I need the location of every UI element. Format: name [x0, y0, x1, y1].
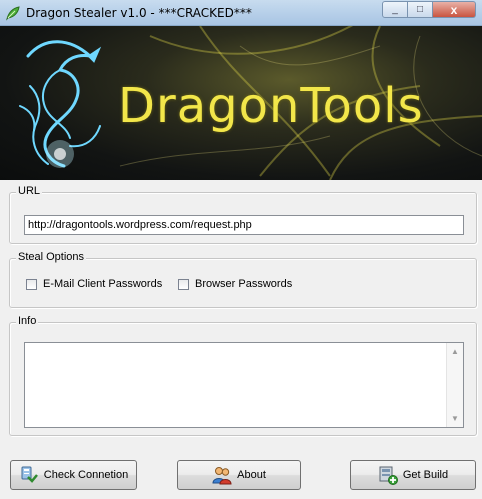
url-input[interactable]: http://dragontools.wordpress.com/request…	[24, 215, 464, 235]
email-passwords-checkbox[interactable]	[26, 278, 37, 290]
get-build-button[interactable]: Get Build	[350, 460, 476, 490]
scroll-down-icon[interactable]: ▼	[451, 414, 459, 423]
scroll-up-icon[interactable]: ▲	[451, 347, 459, 356]
browser-passwords-label: Browser Passwords	[195, 278, 293, 290]
banner: DragonTools	[0, 26, 482, 180]
check-connection-label: Check Connetion	[43, 469, 129, 481]
info-scrollbar[interactable]: ▲ ▼	[446, 343, 463, 427]
maximize-button[interactable]: □	[408, 1, 433, 18]
title-bar: Dragon Stealer v1.0 - ***CRACKED*** _ □ …	[0, 0, 482, 26]
minimize-button[interactable]: _	[382, 1, 408, 18]
about-button[interactable]: About	[177, 460, 301, 490]
email-passwords-option[interactable]: E-Mail Client Passwords	[26, 278, 162, 290]
steal-options-group: Steal Options E-Mail Client Passwords Br…	[9, 251, 477, 308]
get-build-label: Get Build	[402, 469, 449, 481]
window-controls: _ □ x	[382, 1, 476, 19]
info-text	[25, 343, 463, 349]
leaf-icon	[5, 5, 21, 21]
close-button[interactable]: x	[433, 1, 476, 18]
about-label: About	[237, 469, 266, 481]
browser-passwords-checkbox[interactable]	[178, 278, 189, 290]
banner-title: DragonTools	[118, 78, 424, 134]
window-title: Dragon Stealer v1.0 - ***CRACKED***	[26, 6, 252, 20]
build-add-icon	[378, 465, 398, 485]
info-textarea[interactable]: ▲ ▼	[24, 342, 464, 428]
browser-passwords-option[interactable]: Browser Passwords	[178, 278, 292, 290]
url-group-label: URL	[16, 185, 43, 197]
network-check-icon	[19, 465, 39, 485]
users-icon	[212, 465, 232, 485]
info-group: Info ▲ ▼	[9, 315, 477, 436]
check-connection-button[interactable]: Check Connetion	[10, 460, 137, 490]
email-passwords-label: E-Mail Client Passwords	[43, 278, 163, 290]
steal-options-label: Steal Options	[16, 251, 87, 263]
info-label: Info	[16, 315, 39, 327]
url-group: URL http://dragontools.wordpress.com/req…	[9, 185, 477, 244]
